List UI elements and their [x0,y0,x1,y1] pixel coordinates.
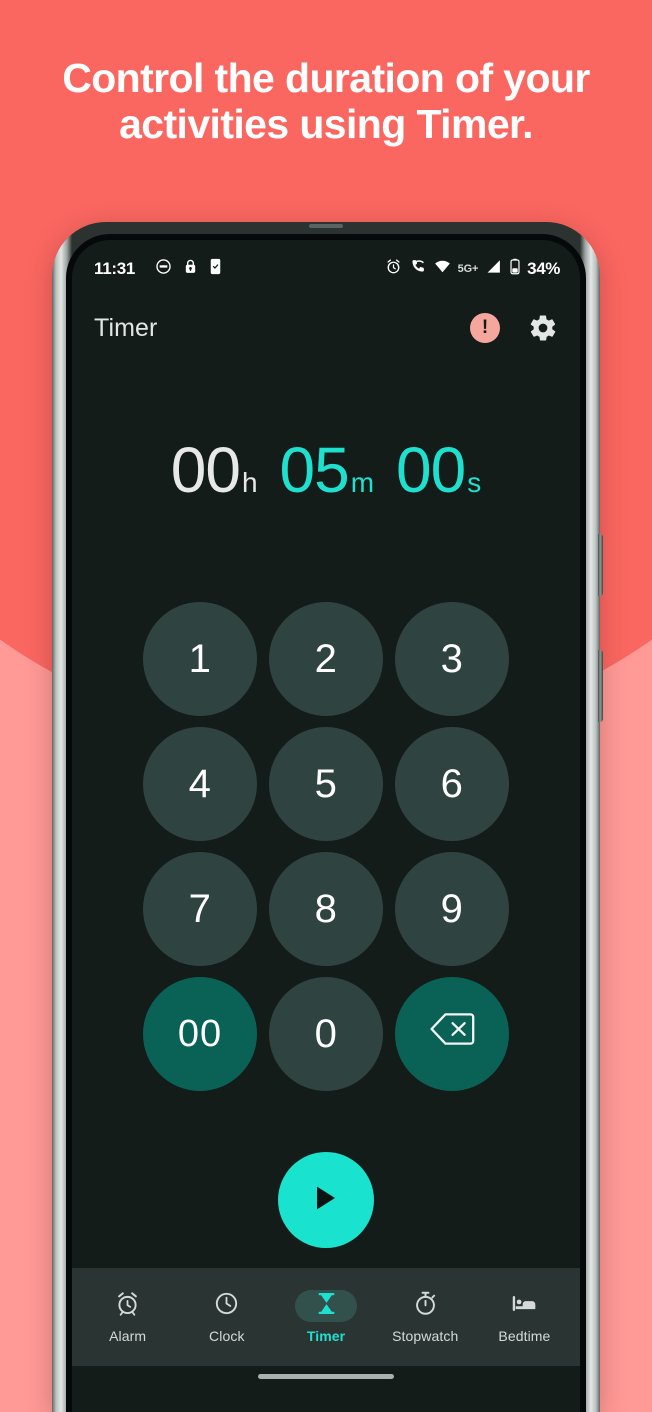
nav-item-alarm[interactable]: Alarm [78,1290,177,1344]
timer-seconds-value: 00 [396,434,466,506]
network-type-label: 5G+ [457,263,479,275]
key-double-zero[interactable]: 00 [143,977,257,1091]
bottom-navigation: Alarm Clock Timer Stopwatch Bedtime [72,1268,580,1366]
key-5[interactable]: 5 [269,727,383,841]
key-7-label: 7 [188,886,212,931]
key-9-label: 9 [440,886,464,931]
nav-stopwatch-icon-wrap [394,1290,456,1322]
nav-item-timer-label: Timer [306,1328,346,1344]
stopwatch-icon [412,1290,439,1322]
volume-button[interactable] [598,650,603,722]
wifi-icon [434,258,451,280]
status-bar-system-icons: 5G+ 34% [385,258,560,280]
promo-headline: Control the duration of your activities … [62,55,590,147]
wifi-calling-icon [409,258,427,280]
timer-hours-segment: 00 h [171,438,258,502]
nav-item-bedtime[interactable]: Bedtime [475,1290,574,1344]
key-8[interactable]: 8 [269,852,383,966]
bed-icon [511,1290,538,1322]
battery-icon [509,258,521,280]
key-4-label: 4 [188,761,212,806]
clock-icon [213,1290,240,1322]
alarm-icon [385,258,402,280]
key-2-label: 2 [314,636,338,681]
key-3-label: 3 [440,636,464,681]
settings-button[interactable] [528,313,558,343]
key-double-zero-label: 00 [177,1012,223,1055]
page-title: Timer [94,313,158,342]
nav-item-clock-label: Clock [209,1328,245,1344]
gear-icon [528,313,558,348]
key-5-label: 5 [314,761,338,806]
nav-alarm-icon-wrap [97,1290,159,1322]
nav-item-timer[interactable]: Timer [276,1290,375,1344]
lock-icon [183,258,198,280]
key-1[interactable]: 1 [143,602,257,716]
timer-minutes-segment: 05 m [280,438,375,502]
face-icon [155,258,172,280]
key-2[interactable]: 2 [269,602,383,716]
key-8-label: 8 [314,886,338,931]
earpiece-speaker [309,224,343,228]
battery-percent-label: 34% [527,259,560,278]
key-1-label: 1 [188,636,212,681]
key-3[interactable]: 3 [395,602,509,716]
phone-screen: 11:31 5G+ 34% Timer ! 00 h 05 m 00 s 1 2… [72,240,580,1412]
signal-bars-icon [485,258,502,280]
key-6[interactable]: 6 [395,727,509,841]
status-bar-clock: 11:31 [94,259,136,278]
start-timer-button[interactable] [278,1152,374,1248]
key-6-label: 6 [440,761,464,806]
key-7[interactable]: 7 [143,852,257,966]
timer-hours-value: 00 [170,434,241,506]
status-bar-notification-icons [155,258,222,280]
phone-device: 11:31 5G+ 34% Timer ! 00 h 05 m 00 s 1 2… [52,222,603,1412]
promo-screenshot: Control the duration of your activities … [0,0,652,1412]
gesture-bar-area [72,1366,580,1412]
nav-clock-icon-wrap [196,1290,258,1322]
key-4[interactable]: 4 [143,727,257,841]
timer-minutes-value: 05 [279,434,350,506]
key-backspace[interactable] [395,977,509,1091]
timer-hours-unit: h [241,467,258,498]
app-bar: Timer ! [72,298,580,358]
nav-item-stopwatch-label: Stopwatch [392,1328,459,1344]
timer-display: 00 h 05 m 00 s [72,438,580,502]
backspace-icon [429,1011,475,1057]
nav-timer-icon-wrap [295,1290,357,1322]
key-0[interactable]: 0 [269,977,383,1091]
alarm-clock-icon [114,1290,141,1322]
timer-keypad: 1 2 3 4 5 6 7 8 9 00 0 [72,602,580,1091]
nav-bedtime-icon-wrap [493,1290,555,1322]
timer-seconds-unit: s [467,467,482,498]
nav-item-stopwatch[interactable]: Stopwatch [376,1290,475,1344]
alert-badge[interactable]: ! [470,313,500,343]
play-icon [313,1184,339,1217]
home-gesture-bar[interactable] [258,1374,394,1379]
status-bar: 11:31 5G+ 34% [72,240,580,298]
device-icon [209,258,222,280]
key-9[interactable]: 9 [395,852,509,966]
timer-minutes-unit: m [350,467,375,498]
hourglass-icon [314,1291,339,1321]
nav-item-clock[interactable]: Clock [177,1290,276,1344]
alert-badge-label: ! [481,317,489,338]
key-0-label: 0 [314,1011,338,1056]
timer-seconds-segment: 00 s [396,438,481,502]
nav-item-alarm-label: Alarm [109,1328,147,1344]
power-button[interactable] [598,534,603,596]
nav-item-bedtime-label: Bedtime [498,1328,551,1344]
